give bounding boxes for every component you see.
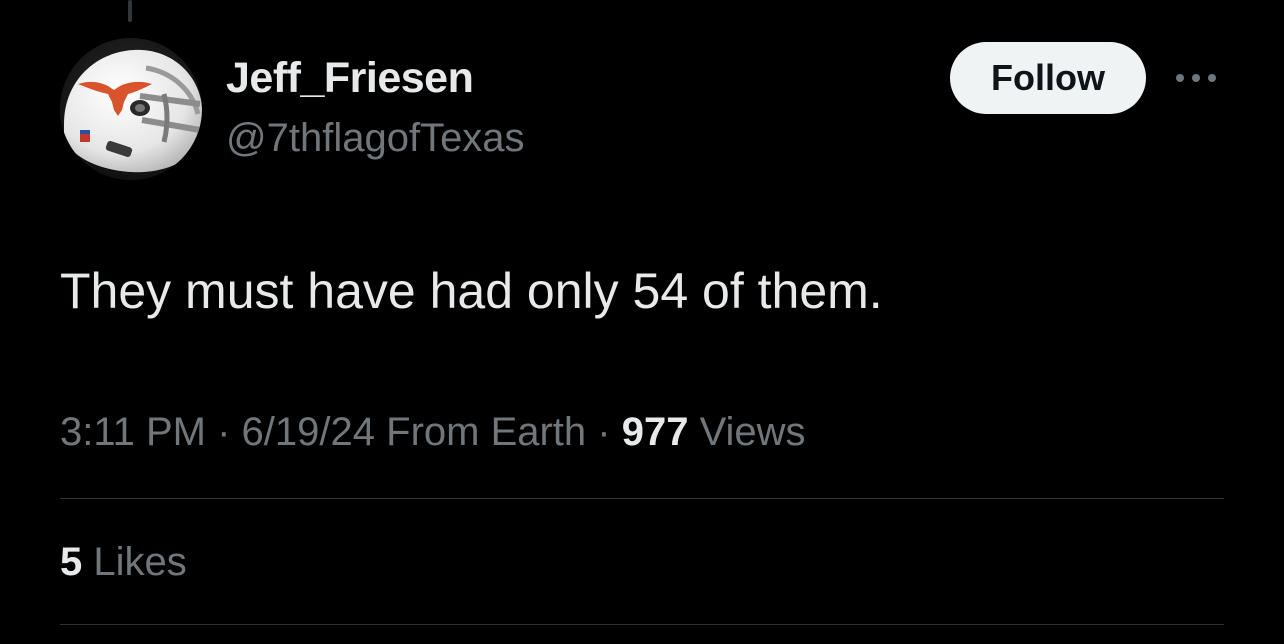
follow-button[interactable]: Follow [950,42,1146,114]
longhorn-helmet-avatar-icon [60,38,202,180]
author-handle[interactable]: @7thflagofTexas [226,116,525,161]
tweet-metadata: 3:11 PM · 6/19/24 From Earth · 977 Views [60,410,806,455]
likes-label: Likes [82,540,187,584]
author-display-name[interactable]: Jeff_Friesen [226,54,474,103]
author-avatar[interactable] [60,38,202,180]
divider [60,498,1224,499]
tweet-time[interactable]: 3:11 PM [60,410,206,454]
thread-connector-line [128,0,132,22]
more-horizontal-icon [1176,74,1216,82]
tweet-date[interactable]: 6/19/24 [242,410,375,454]
likes-link[interactable]: 5 Likes [60,540,187,585]
tweet-location: From Earth [375,410,587,454]
divider [60,624,1224,625]
meta-separator: · [586,410,622,454]
more-options-button[interactable] [1172,62,1220,94]
views-count: 977 [621,410,689,454]
likes-count: 5 [60,540,83,584]
meta-separator: · [206,410,242,454]
tweet-text: They must have had only 54 of them. [60,263,883,319]
views-label: Views [688,410,806,454]
